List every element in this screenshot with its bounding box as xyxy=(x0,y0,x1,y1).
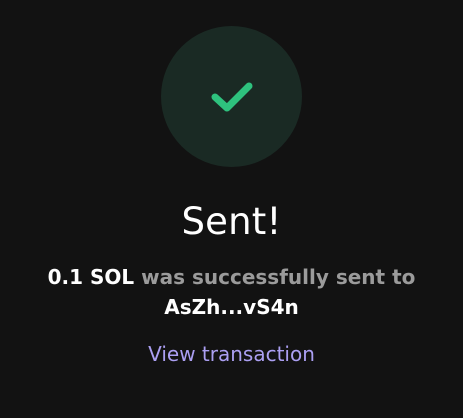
check-icon xyxy=(211,82,252,111)
amount: 0.1 SOL xyxy=(47,265,135,289)
message-line-2: AsZh...vS4n xyxy=(0,292,463,322)
success-circle xyxy=(161,26,302,167)
message-text: was successfully sent to xyxy=(141,265,416,289)
recipient-address: AsZh...vS4n xyxy=(164,295,299,319)
message-line-1: 0.1 SOL was successfully sent to xyxy=(0,262,463,292)
view-transaction-link[interactable]: View transaction xyxy=(0,339,463,369)
page-title: Sent! xyxy=(181,200,282,243)
success-message: 0.1 SOL was successfully sent to AsZh...… xyxy=(0,262,463,322)
